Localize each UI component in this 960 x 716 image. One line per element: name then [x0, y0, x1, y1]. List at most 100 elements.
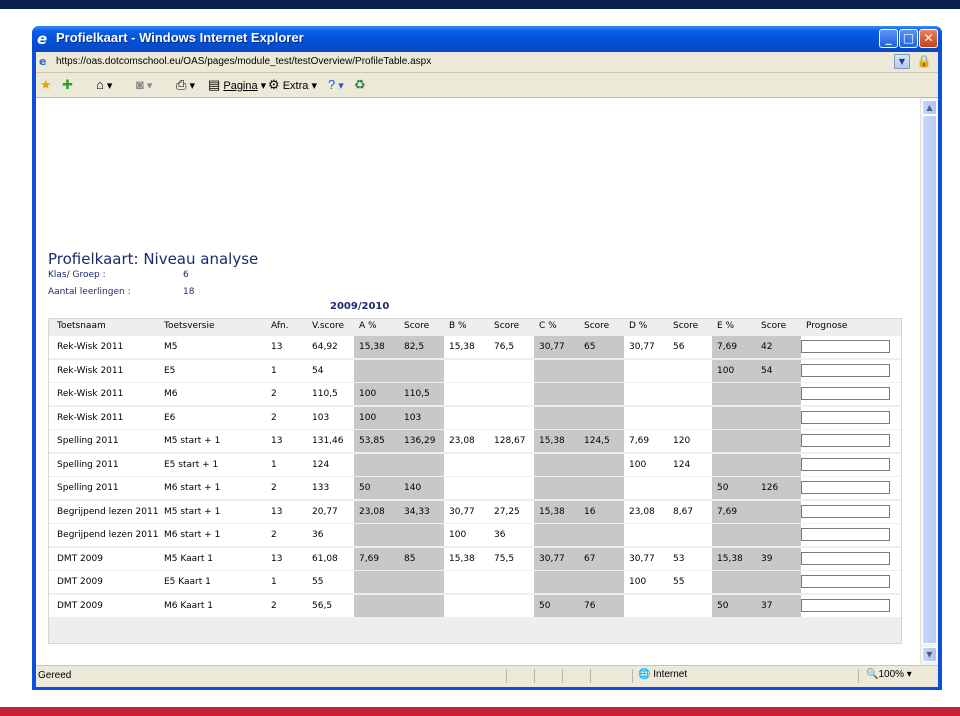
column-shade [354, 453, 444, 476]
table-cell: 2 [271, 483, 277, 493]
table-cell: 131,46 [312, 436, 344, 446]
table-cell: Rek-Wisk 2011 [57, 412, 124, 423]
table-cell: 13 [271, 436, 283, 446]
column-header: B % [449, 321, 467, 331]
prognose-input[interactable] [801, 598, 890, 612]
table-cell: 124,5 [584, 436, 610, 446]
table-cell: 56 [673, 342, 685, 352]
zoom-label: 100% [878, 669, 905, 680]
prognose-input[interactable] [801, 528, 890, 541]
column-shade [712, 524, 801, 546]
table-cell: Spelling 2011 [57, 436, 119, 446]
table-cell: 15,38 [539, 506, 565, 517]
close-button[interactable]: ✕ [919, 29, 938, 48]
column-header: A % [359, 321, 377, 331]
table-cell: DMT 2009 [57, 553, 103, 564]
klas-value: 6 [183, 270, 189, 280]
page-menu[interactable]: ▤ Pagina ▾ [208, 77, 266, 93]
extra-menu[interactable]: ⚙ Extra ▾ [268, 77, 317, 93]
address-input[interactable]: https://oas.dotcomschool.eu/OAS/pages/mo… [56, 56, 431, 67]
globe-icon: 🌐 [638, 669, 651, 680]
column-header: Score [404, 321, 430, 331]
table-cell: 110,5 [312, 389, 338, 399]
table-cell: 7,69 [717, 342, 738, 352]
table-cell: 15,38 [449, 553, 475, 564]
table-cell: 55 [673, 577, 685, 587]
table-cell: DMT 2009 [57, 577, 103, 587]
prognose-input[interactable] [801, 575, 890, 588]
prognose-input[interactable] [801, 434, 890, 447]
table-cell: Begrijpend lezen 2011 [57, 530, 159, 540]
minimize-button[interactable]: _ [879, 29, 898, 48]
home-icon[interactable]: ⌂ ▾ [96, 77, 112, 93]
prognose-input[interactable] [801, 340, 890, 353]
table-cell: 30,77 [539, 342, 565, 352]
research-icon[interactable]: ♻ [354, 77, 366, 93]
table-cell: DMT 2009 [57, 600, 103, 611]
command-toolbar: ★ ✚ ⌂ ▾ ◙ ▾ ⎙ ▾ ▤ Pagina ▾ ⚙ Extra ▾ ? ▾… [36, 73, 938, 98]
vertical-scrollbar[interactable]: ▲ ▼ [920, 98, 938, 665]
table-cell: 100 [629, 459, 647, 470]
aantal-label: Aantal leerlingen : [48, 287, 131, 297]
table-cell: 7,69 [629, 436, 650, 446]
scroll-thumb[interactable] [922, 115, 937, 644]
table-cell: 1 [271, 577, 277, 587]
table-cell: 120 [673, 436, 691, 446]
table-cell: 56,5 [312, 600, 333, 611]
table-cell: 100 [629, 577, 647, 587]
table-cell: 67 [584, 553, 596, 564]
address-dropdown-button[interactable]: ▼ [894, 54, 910, 69]
column-header: Score [584, 321, 610, 331]
prognose-input[interactable] [801, 363, 890, 377]
prognose-input[interactable] [801, 551, 890, 565]
aantal-value: 18 [183, 287, 195, 297]
table-cell: 23,08 [449, 436, 475, 446]
column-shade [354, 359, 444, 382]
table-cell: 2 [271, 412, 277, 423]
table-cell: 136,29 [404, 436, 436, 446]
add-favorites-icon[interactable]: ✚ [62, 77, 73, 93]
table-cell: 76 [584, 600, 596, 611]
ie-logo-icon: e [37, 30, 48, 48]
table-cell: 13 [271, 506, 283, 517]
table-cell: 126 [761, 483, 779, 493]
scroll-up-button[interactable]: ▲ [922, 100, 937, 115]
table-cell: 128,67 [494, 436, 526, 446]
table-cell: E5 start + 1 [164, 459, 219, 470]
table-cell: 30,77 [449, 506, 475, 517]
print-icon[interactable]: ⎙ ▾ [176, 77, 195, 93]
zoom-control[interactable]: 🔍100% ▾ [866, 669, 912, 680]
help-icon[interactable]: ? ▾ [328, 77, 344, 93]
table-cell: 100 [359, 412, 377, 423]
table-cell: 53 [673, 553, 685, 564]
column-header: V.score [312, 321, 345, 331]
table-cell: 100 [717, 365, 735, 376]
window-title: Profielkaart - Windows Internet Explorer [56, 30, 304, 45]
prognose-input[interactable] [801, 457, 890, 471]
lock-icon[interactable]: 🔒 [916, 54, 932, 69]
profile-table: Toetsnaam Toetsversie Afn. V.score A % Score B… [48, 318, 902, 644]
column-header: D % [629, 321, 648, 331]
table-cell: 1 [271, 365, 277, 376]
security-zone[interactable]: 🌐 Internet [638, 669, 687, 680]
table-cell: Spelling 2011 [57, 483, 119, 493]
scroll-down-button[interactable]: ▼ [922, 647, 937, 662]
feeds-icon[interactable]: ◙ ▾ [136, 77, 152, 93]
favorites-star-icon[interactable]: ★ [40, 77, 52, 93]
table-cell: M6 start + 1 [164, 530, 221, 540]
table-cell: 50 [717, 600, 729, 611]
prognose-input[interactable] [801, 410, 890, 424]
table-cell: Begrijpend lezen 2011 [57, 506, 159, 517]
table-cell: 13 [271, 553, 283, 564]
table-cell: 13 [271, 342, 283, 352]
table-cell: M6 [164, 389, 178, 399]
table-cell: 27,25 [494, 506, 520, 517]
prognose-input[interactable] [801, 481, 890, 494]
column-shade [712, 430, 801, 452]
prognose-input[interactable] [801, 504, 890, 518]
table-cell: 54 [761, 365, 773, 376]
maximize-button[interactable]: □ [899, 29, 918, 48]
prognose-input[interactable] [801, 387, 890, 400]
klas-label: Klas/ Groep : [48, 270, 106, 280]
column-header: C % [539, 321, 557, 331]
